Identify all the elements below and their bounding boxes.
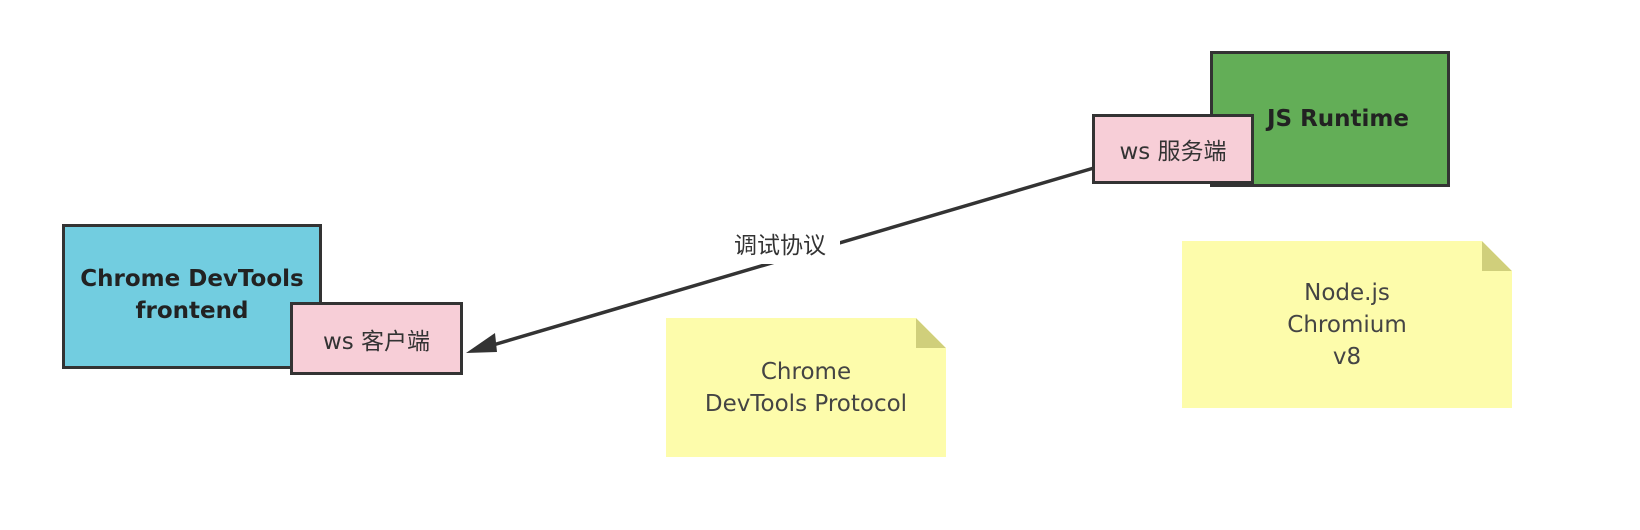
note-fold-corner xyxy=(916,318,946,348)
ws-client-label: ws 客户端 xyxy=(322,328,431,355)
note-runtimes-text: Node.js Chromium v8 xyxy=(1287,279,1407,370)
note-devtools-protocol: Chrome DevTools Protocol xyxy=(666,318,946,457)
devtools-box-label: Chrome DevTools frontend xyxy=(80,266,304,324)
connector-label: 调试协议 xyxy=(720,228,840,264)
runtime-box-label: JS Runtime xyxy=(1266,106,1410,132)
ws-client-box: ws 客户端 xyxy=(290,302,463,375)
note-devtools-protocol-text: Chrome DevTools Protocol xyxy=(704,358,908,417)
note-fold-corner xyxy=(1482,241,1512,271)
ws-server-box: ws 服务端 xyxy=(1092,114,1254,184)
note-runtimes: Node.js Chromium v8 xyxy=(1182,241,1512,408)
arrowhead-left xyxy=(466,333,497,353)
ws-server-label: ws 服务端 xyxy=(1119,139,1227,165)
diagram-canvas: Chrome DevTools frontend ws 客户端 JS Runti… xyxy=(0,0,1640,530)
chrome-devtools-frontend-box: Chrome DevTools frontend xyxy=(62,224,322,369)
